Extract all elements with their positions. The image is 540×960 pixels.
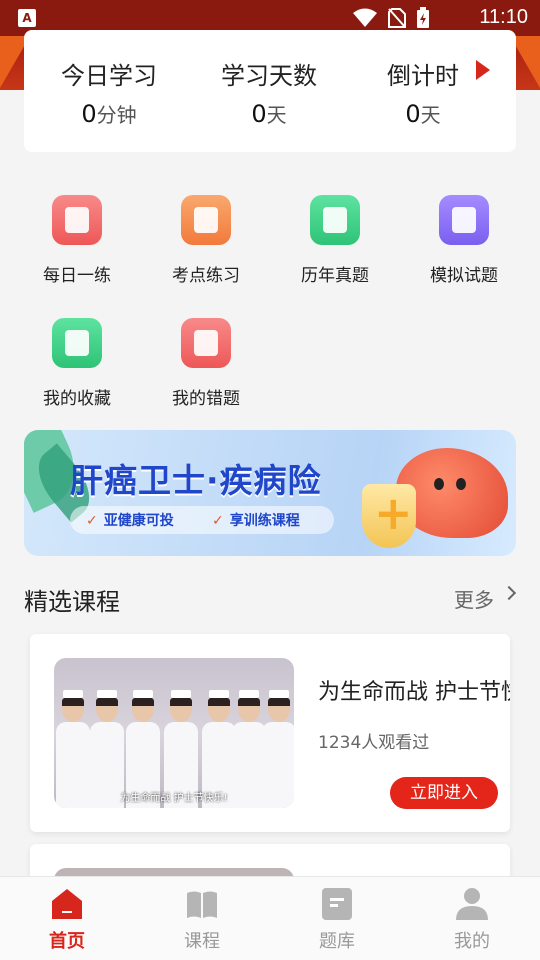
section-title: 精选课程: [24, 588, 120, 616]
more-link[interactable]: 更多: [454, 584, 494, 613]
wifi-icon: [353, 8, 377, 27]
sim-off-icon: [388, 8, 406, 28]
clock: 11:10: [479, 6, 528, 28]
promo-title: 肝癌卫士·疾病险: [70, 461, 322, 500]
tab-label: 我的: [454, 931, 490, 952]
user-icon: [456, 888, 488, 920]
menu-wrong-questions[interactable]: 我的错题: [151, 318, 261, 409]
menu-label: 每日一练: [43, 266, 111, 286]
menu-topic-practice[interactable]: 考点练习: [151, 195, 261, 286]
stats-card: 今日学习 0分钟 学习天数 0天 倒计时 0天: [24, 30, 516, 152]
tab-courses[interactable]: 课程: [152, 877, 252, 960]
open-book-icon: [187, 891, 217, 918]
play-arrow-icon[interactable]: [476, 60, 490, 80]
menu-mock-exams[interactable]: 模拟试题: [409, 195, 519, 286]
stat-today-study: 今日学习 0分钟: [54, 56, 164, 128]
menu-label: 我的收藏: [43, 389, 111, 409]
promo-tag: ✓ 亚健康可投: [86, 513, 174, 529]
tab-label: 首页: [49, 931, 85, 952]
papers-icon: [439, 195, 489, 245]
battery-charging-icon: [417, 7, 429, 28]
menu-daily-practice[interactable]: 每日一练: [22, 195, 132, 286]
featured-courses-header: 精选课程 更多: [24, 582, 517, 616]
promo-tag: ✓ 享训练课程: [212, 513, 300, 529]
home-icon: [52, 889, 82, 919]
course-card[interactable]: 为生命而战 护士节快乐! 为生命而战 护士节快乐 1234人观看过 立即进入: [30, 634, 510, 832]
thumbnail-caption: 为生命而战 护士节快乐!: [120, 793, 228, 804]
course-title[interactable]: 为生命而战 护士节快乐: [318, 674, 510, 706]
book-icon: [310, 195, 360, 245]
bottom-tab-bar: 首页 课程 题库 我的: [0, 876, 540, 960]
menu-label: 考点练习: [172, 266, 240, 286]
document-icon: [322, 888, 352, 920]
status-icons: [352, 7, 430, 28]
app-notification-icon: A: [18, 9, 36, 27]
stat-study-days: 学习天数 0天: [214, 56, 324, 128]
tab-question-bank[interactable]: 题库: [287, 877, 387, 960]
pen-icon: [181, 195, 231, 245]
enter-course-button[interactable]: 立即进入: [390, 777, 498, 809]
folder-star-icon: [52, 318, 102, 368]
stat-value: 0分钟: [81, 100, 137, 128]
stat-label: 学习天数: [221, 62, 317, 90]
tab-label: 课程: [184, 931, 220, 952]
notebook-x-icon: [181, 318, 231, 368]
stat-value: 0天: [251, 100, 287, 128]
shield-icon: [362, 484, 416, 548]
menu-favorites[interactable]: 我的收藏: [22, 318, 132, 409]
course-views: 1234人观看过: [318, 733, 430, 753]
stat-value: 0天: [405, 100, 441, 128]
course-thumbnail[interactable]: 为生命而战 护士节快乐!: [54, 658, 294, 808]
menu-label: 我的错题: [172, 389, 240, 409]
menu-past-exams[interactable]: 历年真题: [280, 195, 390, 286]
stat-countdown[interactable]: 倒计时 0天: [378, 56, 468, 128]
mascot-face: [428, 478, 472, 498]
edit-icon: [52, 195, 102, 245]
chevron-right-icon[interactable]: [501, 585, 517, 601]
stat-label: 今日学习: [61, 62, 157, 90]
promo-banner[interactable]: 肝癌卫士·疾病险 ✓ 亚健康可投 ✓ 享训练课程: [24, 430, 516, 556]
tab-me[interactable]: 我的: [422, 877, 522, 960]
stat-label: 倒计时: [387, 62, 459, 90]
tab-label: 题库: [319, 931, 355, 952]
menu-label: 历年真题: [301, 266, 369, 286]
menu-label: 模拟试题: [430, 266, 498, 286]
tab-home[interactable]: 首页: [17, 877, 117, 960]
